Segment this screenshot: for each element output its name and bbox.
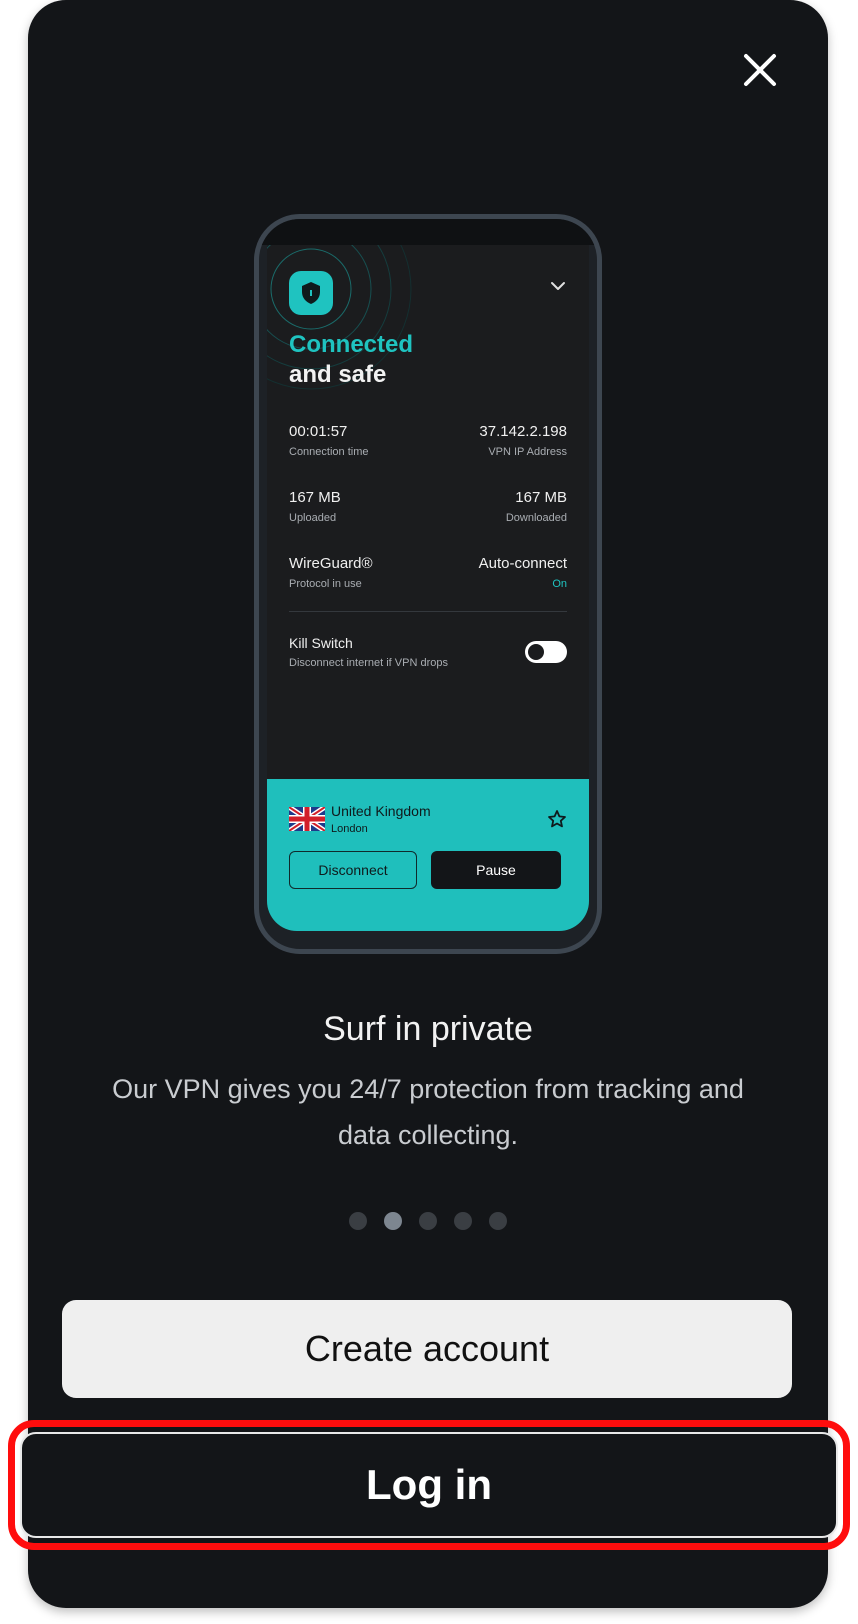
stat-value: 37.142.2.198 xyxy=(479,423,567,440)
shield-icon xyxy=(302,282,320,304)
stat-label: On xyxy=(552,578,567,590)
pause-button[interactable]: Pause xyxy=(431,851,561,889)
phone-notch xyxy=(259,219,597,245)
star-icon[interactable] xyxy=(547,809,567,829)
page-indicator xyxy=(28,1212,828,1230)
kill-switch-title: Kill Switch xyxy=(289,635,353,651)
kill-switch-toggle[interactable] xyxy=(525,641,567,663)
page-dot[interactable] xyxy=(489,1212,507,1230)
stat-value: 167 MB xyxy=(289,489,341,506)
toggle-knob xyxy=(528,644,544,660)
stat-protocol: WireGuard® Protocol in use xyxy=(289,555,373,590)
stat-label: Protocol in use xyxy=(289,578,362,590)
close-button[interactable] xyxy=(734,44,786,96)
location-country: United Kingdom xyxy=(331,803,431,819)
divider xyxy=(289,611,567,612)
phone-screen: Connected and safe 00:01:57 Connection t… xyxy=(267,245,589,931)
onboarding-title: Surf in private xyxy=(323,1010,533,1048)
kill-switch-row: Kill Switch Disconnect internet if VPN d… xyxy=(289,635,448,669)
page-dot[interactable] xyxy=(454,1212,472,1230)
stat-value: WireGuard® xyxy=(289,555,373,572)
stat-vpn-ip: 37.142.2.198 VPN IP Address xyxy=(479,423,567,458)
location-panel: United Kingdom London Disconnect Pause xyxy=(267,779,589,931)
page-dot-active[interactable] xyxy=(384,1212,402,1230)
uk-flag-icon xyxy=(289,807,325,831)
phone-mockup: Connected and safe 00:01:57 Connection t… xyxy=(254,214,602,954)
onboarding-subtitle: Our VPN gives you 24/7 protection from t… xyxy=(112,1074,744,1150)
stat-label: Connection time xyxy=(289,446,369,458)
stat-value: 00:01:57 xyxy=(289,423,348,440)
status-connected: Connected xyxy=(289,331,414,358)
status-safe: and safe xyxy=(289,361,387,388)
chevron-down-icon[interactable] xyxy=(547,275,569,297)
stat-value: 167 MB xyxy=(515,489,567,506)
page-dot[interactable] xyxy=(419,1212,437,1230)
kill-switch-desc: Disconnect internet if VPN drops xyxy=(289,657,448,669)
stat-downloaded: 167 MB Downloaded xyxy=(506,489,567,524)
stat-uploaded: 167 MB Uploaded xyxy=(289,489,341,524)
login-button[interactable]: Log in xyxy=(20,1432,838,1538)
onboarding-sheet: Connected and safe 00:01:57 Connection t… xyxy=(28,0,828,1608)
stat-auto-connect: Auto-connect On xyxy=(479,555,567,590)
disconnect-button[interactable]: Disconnect xyxy=(289,851,417,889)
stat-connection-time: 00:01:57 Connection time xyxy=(289,423,369,458)
close-icon xyxy=(744,54,776,86)
stat-label: Uploaded xyxy=(289,512,337,524)
location-city: London xyxy=(331,823,368,835)
stat-label: Downloaded xyxy=(505,512,567,524)
create-account-button[interactable]: Create account xyxy=(62,1300,792,1398)
stat-value: Auto-connect xyxy=(478,555,567,572)
stat-label: VPN IP Address xyxy=(488,446,567,458)
shield-badge xyxy=(289,271,333,315)
page-dot[interactable] xyxy=(349,1212,367,1230)
